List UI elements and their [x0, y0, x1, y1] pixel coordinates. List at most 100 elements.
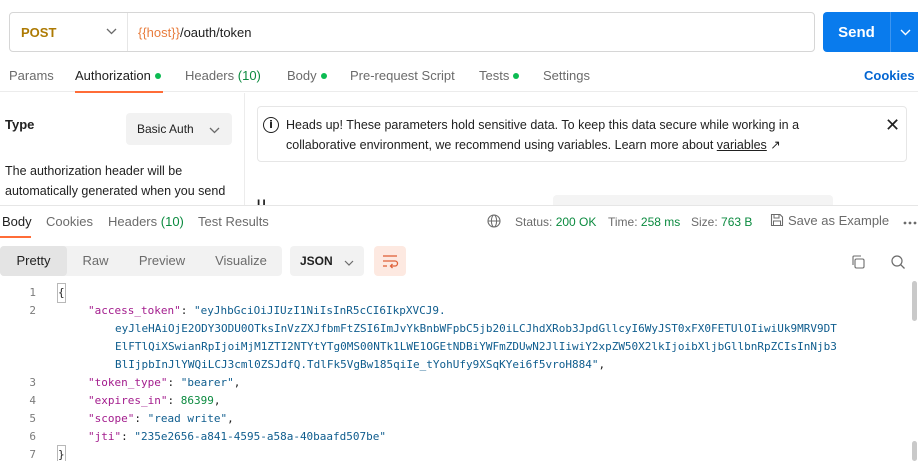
status-readout[interactable]: Status: 200 OK [515, 215, 596, 229]
variables-link[interactable]: variables [717, 138, 767, 152]
method-label: POST [21, 24, 57, 40]
code-line-token-type: "token_type": "bearer", [88, 376, 241, 389]
code-close-brace: } [57, 445, 66, 461]
save-as-example-button[interactable]: Save as Example [770, 213, 889, 228]
json-key: "scope" [88, 412, 135, 425]
send-label: Send [838, 23, 875, 41]
auth-type-select[interactable]: Basic Auth [126, 113, 232, 145]
chevron-down-icon [209, 122, 220, 137]
tab-tests[interactable]: Tests [479, 68, 520, 83]
response-tab-headers-count: (10) [160, 214, 184, 229]
url-host-variable: {{host}} [138, 24, 180, 40]
active-response-tab-indicator [0, 236, 31, 238]
json-key: "token_type" [88, 376, 168, 389]
json-string: "read write" [147, 412, 228, 425]
line-number: 2 [29, 304, 36, 317]
cookies-link[interactable]: Cookies [864, 68, 915, 83]
notice-line-1: Heads up! These parameters hold sensitiv… [286, 118, 800, 132]
response-view-toggle: Pretty Raw Preview Visualize [0, 246, 282, 276]
auth-type-value: Basic Auth [137, 122, 194, 136]
status-dot [154, 72, 161, 79]
globe-icon[interactable] [487, 214, 501, 228]
response-tab-headers[interactable]: Headers (10) [108, 214, 184, 229]
info-icon: i [263, 117, 279, 133]
code-line-jti: "jti": "235e2656-a841-4595-a58a-40baafd5… [88, 430, 387, 443]
notice-line-2: collaborative environment, we recommend … [286, 138, 717, 152]
notice-text: Heads up! These parameters hold sensitiv… [286, 115, 866, 155]
code-line-expires-in: "expires_in": 86399, [88, 394, 221, 407]
format-select[interactable]: JSON [290, 246, 364, 276]
tab-pre-request-script[interactable]: Pre-request Script [350, 68, 455, 83]
response-pane: Body Cookies Headers (10) Test Results S… [0, 205, 918, 461]
vertical-scrollbar[interactable] [912, 281, 917, 321]
external-link-icon: ↗ [770, 138, 781, 152]
search-icon[interactable] [890, 254, 906, 270]
response-tab-headers-label: Headers [108, 214, 158, 229]
tab-body-label: Body [287, 68, 317, 83]
time-label: Time: [608, 215, 638, 229]
tab-authorization-label: Authorization [75, 68, 151, 83]
tab-headers-count: (10) [237, 68, 261, 83]
json-key: "expires_in" [88, 394, 168, 407]
status-dot [513, 72, 520, 79]
code-line-access-token: "access_token": "eyJhbGciOiJIUzI1NiIsInR… [88, 304, 446, 317]
close-icon[interactable]: ✕ [885, 115, 900, 136]
size-readout[interactable]: Size: 763 B [691, 215, 752, 229]
tab-headers[interactable]: Headers (10) [185, 68, 261, 83]
size-label: Size: [691, 215, 718, 229]
json-number: 86399 [180, 394, 214, 407]
send-button[interactable]: Send [823, 12, 918, 52]
copy-icon[interactable] [850, 254, 866, 270]
wrap-lines-icon [383, 255, 399, 269]
json-key: "jti" [88, 430, 122, 443]
request-tabs: Params Authorization Headers (10) Body P… [0, 62, 918, 93]
tab-headers-label: Headers [185, 68, 235, 83]
json-key: "access_token" [88, 304, 181, 317]
line-number: 5 [29, 412, 36, 425]
vertical-scrollbar-thumb[interactable] [912, 441, 917, 461]
json-string-continuation: ElFTlQiXSwianRpIjoiMjM1ZTI2NTYtYTg0MS00N… [115, 340, 837, 353]
view-raw-button[interactable]: Raw [67, 246, 124, 276]
send-options-chevron-icon[interactable] [891, 25, 911, 39]
status-value: 200 OK [555, 215, 597, 229]
size-value: 763 B [721, 215, 753, 229]
auth-description: The authorization header will be automat… [5, 164, 226, 198]
panel-divider [244, 93, 245, 205]
response-tab-body[interactable]: Body [2, 214, 32, 229]
method-select[interactable]: POST [10, 13, 128, 51]
code-open-brace: { [57, 283, 66, 303]
time-readout[interactable]: Time: 258 ms [608, 215, 680, 229]
status-label: Status: [515, 215, 553, 229]
json-string: "eyJhbGciOiJIUzI1NiIsInR5cCI6IkpXVCJ9. [193, 304, 446, 317]
view-pretty-button[interactable]: Pretty [0, 246, 67, 276]
chevron-down-icon [344, 254, 354, 269]
view-visualize-button[interactable]: Visualize [200, 246, 282, 276]
line-number: 6 [29, 430, 36, 443]
response-tab-cookies[interactable]: Cookies [46, 214, 93, 229]
chevron-down-icon [106, 26, 117, 38]
time-value: 258 ms [640, 215, 681, 229]
line-number: 1 [29, 286, 36, 299]
line-number: 7 [29, 448, 36, 461]
tab-tests-label: Tests [479, 68, 510, 83]
json-string: BlIjpbInJlYWQiLCJ3cml0ZSJdfQ.TdlFk5VgBw1… [115, 358, 599, 371]
more-options-icon[interactable] [903, 213, 917, 228]
wrap-lines-button[interactable] [374, 246, 406, 276]
json-string-continuation: eyJleHAiOjE2ODY3ODU0OTksInVzZXJfbmFtZSI6… [115, 322, 837, 335]
save-as-example-label: Save as Example [788, 213, 890, 228]
tab-settings[interactable]: Settings [543, 68, 590, 83]
json-string: "bearer" [180, 376, 234, 389]
response-tab-test-results[interactable]: Test Results [198, 214, 269, 229]
tab-params[interactable]: Params [9, 68, 54, 83]
active-tab-indicator [75, 91, 163, 93]
json-string: "235e2656-a841-4595-a58a-40baafd507be" [134, 430, 387, 443]
url-path: /oauth/token [179, 24, 252, 40]
json-string-continuation: BlIjpbInJlYWQiLCJ3cml0ZSJdfQ.TdlFk5VgBw1… [115, 358, 606, 371]
tab-authorization[interactable]: Authorization [75, 68, 161, 83]
code-line-scope: "scope": "read write", [88, 412, 234, 425]
request-bar: POST {{host}}/oauth/token [9, 12, 815, 52]
view-preview-button[interactable]: Preview [124, 246, 200, 276]
url-input[interactable]: {{host}}/oauth/token [128, 25, 252, 40]
auth-type-label: Type [5, 117, 35, 132]
tab-body[interactable]: Body [287, 68, 327, 83]
